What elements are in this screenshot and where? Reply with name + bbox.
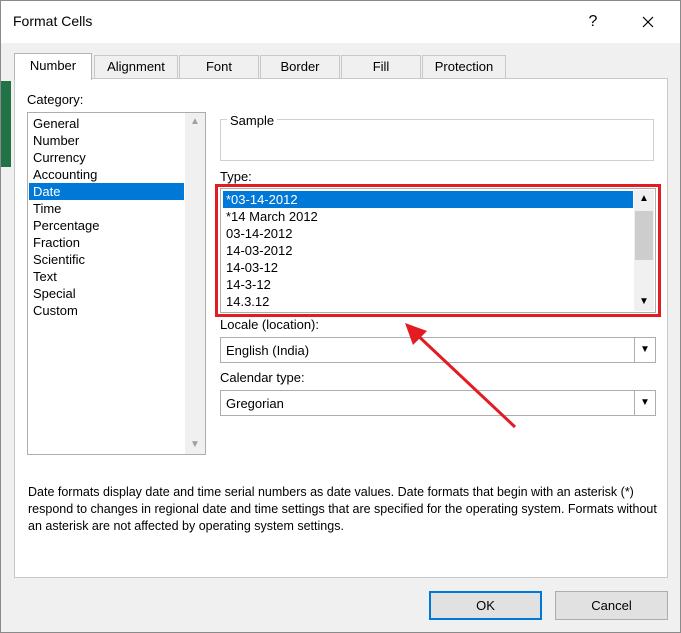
sample-label: Sample: [227, 113, 278, 128]
list-item[interactable]: Currency: [29, 149, 184, 166]
type-list[interactable]: *03-14-2012 *14 March 2012 03-14-2012 14…: [220, 188, 656, 313]
type-label: Type:: [220, 169, 252, 184]
list-item[interactable]: Accounting: [29, 166, 184, 183]
chevron-down-icon[interactable]: ▼: [634, 338, 655, 362]
category-scrollbar[interactable]: ▲ ▼: [185, 113, 205, 454]
list-item[interactable]: Special: [29, 285, 184, 302]
scrollbar-thumb[interactable]: [635, 211, 653, 260]
chevron-down-icon[interactable]: ▼: [634, 391, 655, 415]
list-item[interactable]: Custom: [29, 302, 184, 319]
calendar-label: Calendar type:: [220, 370, 305, 385]
tab-number[interactable]: Number: [14, 53, 92, 80]
category-list[interactable]: General Number Currency Accounting Date …: [27, 112, 206, 455]
list-item[interactable]: Fraction: [29, 234, 184, 251]
list-item[interactable]: Text: [29, 268, 184, 285]
close-button[interactable]: [635, 9, 661, 35]
type-scrollbar[interactable]: ▲ ▼: [634, 190, 654, 311]
help-button[interactable]: ?: [581, 9, 605, 35]
background-sheet-strip: [1, 81, 11, 167]
list-item[interactable]: *14 March 2012: [223, 208, 633, 225]
list-item-selected[interactable]: Date: [29, 183, 184, 200]
chevron-up-icon[interactable]: ▲: [634, 190, 654, 208]
tab-fill[interactable]: Fill: [341, 55, 421, 79]
list-item[interactable]: 03-14-2012: [223, 225, 633, 242]
list-item[interactable]: Scientific: [29, 251, 184, 268]
category-label: Category:: [27, 92, 84, 107]
list-item[interactable]: General: [29, 115, 184, 132]
annotation-arrow-icon: [405, 323, 517, 429]
list-item[interactable]: 14.3.12: [223, 293, 633, 310]
list-item[interactable]: 14-03-2012: [223, 242, 633, 259]
cancel-button[interactable]: Cancel: [555, 591, 668, 620]
list-item[interactable]: Percentage: [29, 217, 184, 234]
list-item-selected[interactable]: *03-14-2012: [223, 191, 633, 208]
tab-alignment[interactable]: Alignment: [94, 55, 178, 79]
list-item[interactable]: 14-03-12: [223, 259, 633, 276]
locale-label: Locale (location):: [220, 317, 319, 332]
close-icon: [642, 16, 654, 28]
list-item[interactable]: 14-3-12: [223, 276, 633, 293]
ok-button[interactable]: OK: [429, 591, 542, 620]
tab-protection[interactable]: Protection: [422, 55, 506, 79]
locale-value: English (India): [226, 343, 310, 358]
chevron-down-icon[interactable]: ▼: [634, 293, 654, 311]
list-item[interactable]: Number: [29, 132, 184, 149]
dialog-title: Format Cells: [13, 13, 93, 29]
tab-border[interactable]: Border: [260, 55, 340, 79]
list-item[interactable]: Time: [29, 200, 184, 217]
sample-box: [220, 119, 654, 161]
title-bar: Format Cells ?: [1, 1, 680, 43]
format-cells-dialog: Format Cells ? Number Alignment Font Bor…: [0, 0, 681, 633]
calendar-value: Gregorian: [226, 396, 284, 411]
description-text: Date formats display date and time seria…: [28, 485, 657, 533]
chevron-down-icon[interactable]: ▼: [185, 436, 205, 454]
chevron-up-icon[interactable]: ▲: [185, 113, 205, 131]
tab-font[interactable]: Font: [179, 55, 259, 79]
